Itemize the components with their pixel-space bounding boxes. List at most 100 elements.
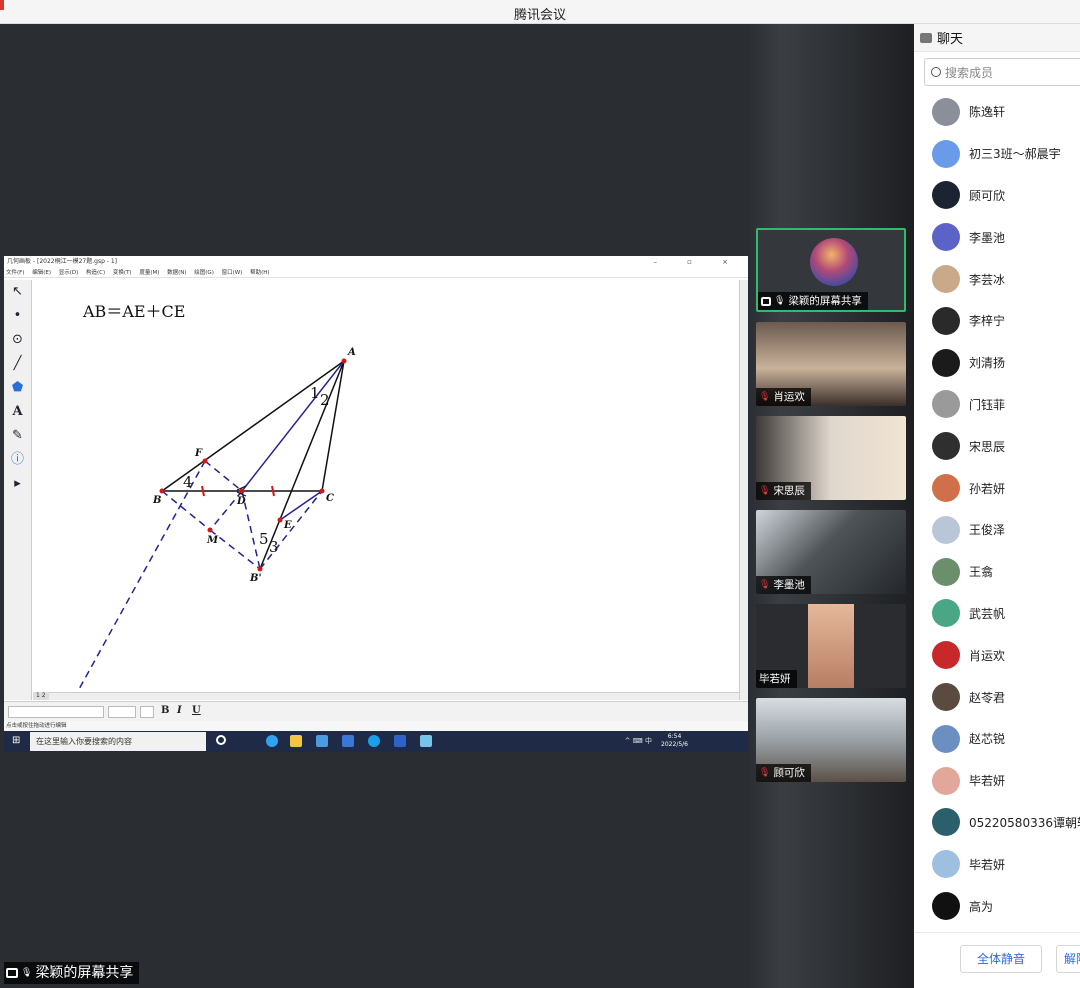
avatar <box>932 306 960 335</box>
mail-icon[interactable] <box>342 735 354 747</box>
menu-display[interactable]: 显示(D) <box>59 270 79 276</box>
member-name: 李墨池 <box>969 230 1006 245</box>
avatar <box>932 181 960 210</box>
font-select[interactable] <box>8 706 104 718</box>
windows-start-icon[interactable]: ⊞ <box>12 736 22 746</box>
window-controls-icon[interactable]: – ▫ × <box>653 256 742 268</box>
geometry-app-icon[interactable] <box>420 735 432 747</box>
list-item[interactable]: 刘清扬 <box>914 342 1080 384</box>
list-item[interactable]: 武芸帆 <box>914 593 1080 635</box>
list-item[interactable]: 赵芯锐 <box>914 718 1080 760</box>
list-item[interactable]: 孙若妍 <box>914 467 1080 509</box>
edge-icon[interactable] <box>266 735 278 747</box>
angle-5-label: 5 <box>259 530 269 548</box>
panel-header[interactable]: 聊天 <box>914 24 1080 52</box>
video-name-label: 毕若妍 <box>756 670 797 688</box>
point-m-label: M <box>206 535 219 546</box>
list-item[interactable]: 门钰菲 <box>914 384 1080 426</box>
mic-icon: 🎙 <box>21 968 33 978</box>
list-item[interactable]: 李芸冰 <box>914 258 1080 300</box>
point-c-label: C <box>326 493 334 504</box>
video-tile[interactable]: 🎙 顾可欣 <box>756 698 906 782</box>
video-tile[interactable]: 毕若妍 <box>756 604 906 688</box>
member-name: 顾可欣 <box>969 188 1006 203</box>
list-item[interactable]: 05220580336谭朝轩 <box>914 802 1080 844</box>
list-item[interactable]: 毕若妍 <box>914 760 1080 802</box>
menu-window[interactable]: 窗口(W) <box>222 270 243 276</box>
video-tile[interactable]: 🎙 李墨池 <box>756 510 906 594</box>
unmute-all-button[interactable]: 解除 <box>1056 945 1080 973</box>
italic-button[interactable]: I <box>177 705 182 716</box>
bold-button[interactable]: B <box>161 705 169 716</box>
menu-transform[interactable]: 变换(T) <box>113 270 132 276</box>
mic-muted-icon: 🎙 <box>759 392 771 402</box>
video-tile[interactable]: 🎙 肖运欢 <box>756 322 906 406</box>
geometry-canvas[interactable]: AB＝AE＋CE A F B D C E M B' 1 2 4 5 3 <box>33 280 739 701</box>
member-name: 李梓宁 <box>969 314 1006 329</box>
menu-edit[interactable]: 编辑(E) <box>32 270 51 276</box>
video-tile[interactable]: 🎙 宋思辰 <box>756 416 906 500</box>
marker-tool-icon[interactable]: ✎ <box>4 424 31 448</box>
point-b-prime-label: B' <box>249 573 262 584</box>
color-select[interactable] <box>140 706 154 718</box>
list-item[interactable]: 李梓宁 <box>914 300 1080 342</box>
avatar <box>932 724 960 753</box>
angle-2-label: 2 <box>320 391 330 409</box>
list-item[interactable]: 赵苓君 <box>914 676 1080 718</box>
member-name: 初三3班～郝晨宇 <box>969 147 1061 162</box>
vertical-scrollbar[interactable] <box>739 280 748 700</box>
video-name-label: 🎙 宋思辰 <box>756 482 811 500</box>
menu-file[interactable]: 文件(F) <box>6 270 24 276</box>
page-tabs[interactable]: 1 2 <box>33 692 49 700</box>
menu-construct[interactable]: 构造(C) <box>86 270 105 276</box>
point-tool-icon[interactable]: • <box>4 304 31 328</box>
list-item[interactable]: 高为 <box>914 885 1080 927</box>
window-title: 腾讯会议 <box>513 8 566 23</box>
list-item[interactable]: 王俊泽 <box>914 509 1080 551</box>
size-select[interactable] <box>108 706 136 718</box>
cortana-icon[interactable] <box>216 735 226 745</box>
meeting-icon[interactable] <box>394 735 406 747</box>
geometry-figure: AB＝AE＋CE A F B D C E M B' 1 2 4 5 3 <box>72 302 356 701</box>
compass-tool-icon[interactable]: ⊙ <box>4 328 31 352</box>
member-name: 门钰菲 <box>969 397 1006 412</box>
folder-icon[interactable] <box>290 735 302 747</box>
member-search-input[interactable]: 搜索成员 <box>924 58 1080 86</box>
menu-measure[interactable]: 度量(M) <box>139 270 159 276</box>
member-name: 毕若妍 <box>969 857 1006 872</box>
horizontal-scrollbar[interactable] <box>33 692 739 700</box>
member-name: 赵苓君 <box>969 690 1006 705</box>
list-item[interactable]: 顾可欣 <box>914 175 1080 217</box>
screen-share-icon <box>761 296 771 306</box>
select-arrow-icon[interactable]: ↖ <box>4 280 31 304</box>
avatar <box>932 348 960 377</box>
text-tool-icon[interactable]: A <box>4 400 31 424</box>
skype-icon[interactable] <box>368 735 380 747</box>
list-item[interactable]: 毕若妍 <box>914 843 1080 885</box>
video-name-label: 🎙 李墨池 <box>756 576 811 594</box>
line-tool-icon[interactable]: ╱ <box>4 352 31 376</box>
store-icon[interactable] <box>316 735 328 747</box>
custom-tool-icon[interactable]: ▸ <box>4 472 31 496</box>
avatar <box>932 850 960 879</box>
menu-graph[interactable]: 绘图(G) <box>194 270 214 276</box>
video-tile[interactable]: 🎙 梁颖的屏幕共享 <box>756 228 906 312</box>
list-item[interactable]: 陈逸轩 <box>914 91 1080 133</box>
list-item[interactable]: 宋思辰 <box>914 425 1080 467</box>
taskbar-search-input[interactable]: 在这里输入你要搜索的内容 <box>30 732 206 751</box>
menu-help[interactable]: 帮助(H) <box>250 270 269 276</box>
polygon-tool-icon[interactable]: ⬟ <box>4 376 31 400</box>
panel-footer: 全体静音 解除 <box>914 932 1080 988</box>
list-item[interactable]: 肖运欢 <box>914 634 1080 676</box>
list-item[interactable]: 李墨池 <box>914 216 1080 258</box>
shared-screen[interactable]: 几何画板 - [2022桐江一模27题.gsp - 1] – ▫ × 文件(F)… <box>4 256 748 752</box>
list-item[interactable]: 王翕 <box>914 551 1080 593</box>
menu-data[interactable]: 数据(N) <box>167 270 186 276</box>
panel-title: 聊天 <box>937 32 964 47</box>
info-tool-icon[interactable]: ⓘ <box>4 448 31 472</box>
member-name: 李芸冰 <box>969 272 1006 287</box>
mute-all-button[interactable]: 全体静音 <box>960 945 1042 973</box>
tray-icons[interactable]: ^ ⌨ 中 <box>625 736 652 746</box>
list-item[interactable]: 初三3班～郝晨宇 <box>914 133 1080 175</box>
underline-button[interactable]: U <box>192 705 201 716</box>
